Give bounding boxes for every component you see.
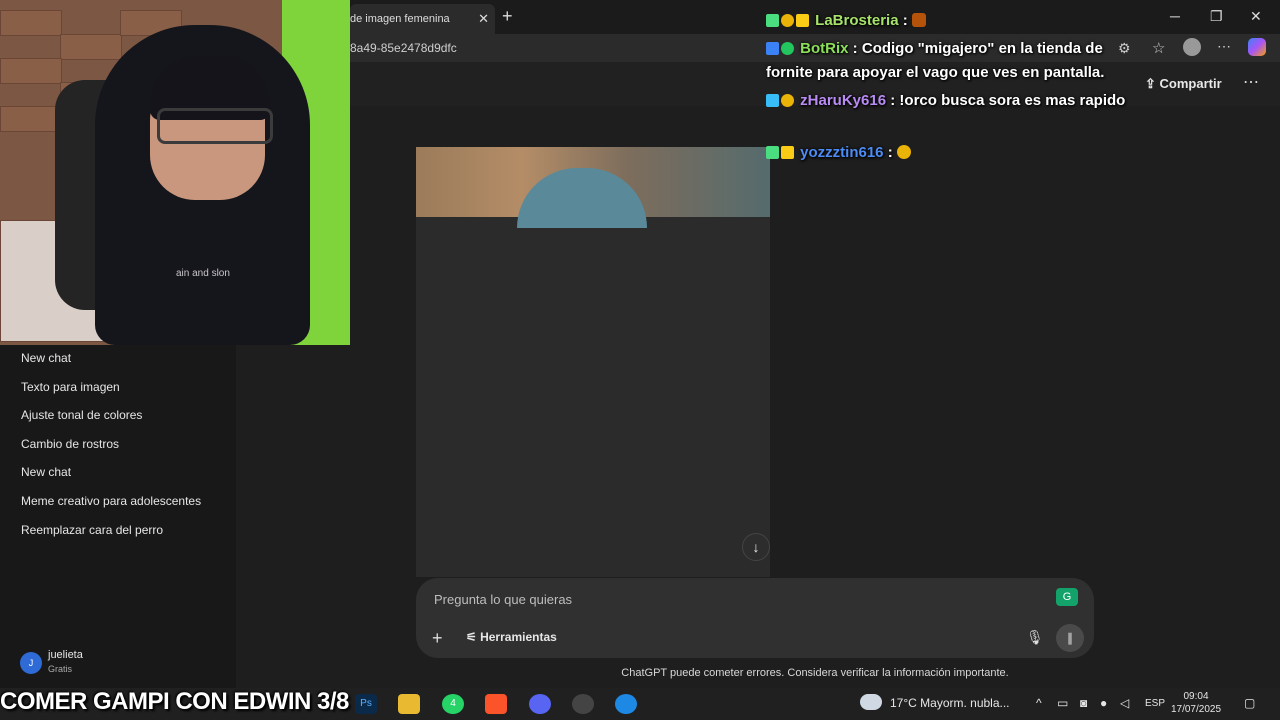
sidebar-item-reemplazar-cara[interactable]: Reemplazar cara del perro (21, 523, 163, 537)
more-options-icon[interactable]: ⋯ (1243, 72, 1259, 92)
clock-date: 17/07/2025 (1170, 704, 1222, 715)
copilot-icon[interactable] (1248, 38, 1266, 56)
webcam-overlay: ain and slon (0, 0, 350, 345)
user-name[interactable]: juelieta (48, 649, 83, 661)
badge-icon (766, 146, 779, 159)
favorites-icon[interactable]: ☆ (1152, 39, 1165, 57)
volume-icon[interactable]: ◁ (1120, 696, 1129, 710)
user-avatar[interactable]: J (20, 652, 42, 674)
whatsapp-badge: 4 (450, 698, 456, 709)
badge-icon (766, 14, 779, 27)
tools-button[interactable]: ⚟ Herramientas (466, 630, 557, 644)
camera-icon[interactable]: ◙ (1080, 696, 1087, 710)
sidebar-item-meme-creativo[interactable]: Meme creativo para adolescentes (21, 494, 201, 508)
obs-icon[interactable] (572, 694, 594, 714)
crown-icon (781, 146, 794, 159)
share-icon: ⇪ (1145, 76, 1160, 91)
chat-text: !orco busca sora es mas rapido (899, 92, 1126, 109)
share-label: Compartir (1159, 76, 1222, 91)
network-icon[interactable]: ▭ (1057, 696, 1068, 710)
emote-icon (896, 145, 911, 159)
stream-title-overlay: COMER GAMPI CON EDWIN 3/8 (0, 688, 349, 715)
browser-tab[interactable]: de imagen femenina ✕ (350, 4, 495, 34)
sidebar-item-texto-para-imagen[interactable]: Texto para imagen (21, 380, 120, 394)
edge-icon[interactable] (615, 694, 637, 714)
crown-icon (796, 14, 809, 27)
photoshop-icon[interactable]: Ps (355, 694, 377, 714)
glasses-icon (157, 108, 273, 144)
chat-message: LaBrosteria : (766, 9, 1126, 33)
chat-username: LaBrosteria (815, 12, 899, 29)
window-close-icon[interactable]: ✕ (1250, 8, 1262, 25)
mic-tray-icon[interactable]: ● (1100, 696, 1107, 710)
chat-message: zHaruKy616 : !orco busca sora es mas rap… (766, 89, 1126, 113)
discord-icon[interactable] (529, 694, 551, 714)
chat-message: BotRix : Codigo "migajero" en la tienda … (766, 40, 1105, 81)
weather-icon[interactable] (860, 694, 882, 710)
disclaimer-text: ChatGPT puede cometer errores. Considera… (621, 667, 1009, 679)
prompt-input[interactable]: Pregunta lo que quieras (434, 592, 572, 607)
tools-label: Herramientas (480, 630, 557, 644)
profile-icon[interactable] (1183, 38, 1201, 56)
shirt-print: ain and slon (176, 268, 230, 279)
grammarly-icon[interactable]: G (1056, 588, 1078, 606)
badge-icon (781, 94, 794, 107)
chat-message: yozzztin616 : (766, 141, 1126, 165)
badge-icon (766, 94, 779, 107)
restore-icon[interactable]: ❐ (1210, 8, 1223, 25)
whatsapp-icon[interactable]: 4 (442, 694, 464, 714)
microphone-icon[interactable]: 🎙 (1026, 629, 1044, 646)
notifications-icon[interactable]: ▢ (1244, 696, 1255, 710)
weather-text[interactable]: 17°C Mayorm. nubla... (890, 696, 1010, 710)
attach-plus-icon[interactable]: + (432, 628, 443, 649)
emote-icon (911, 13, 926, 27)
tray-expand-icon[interactable]: ^ (1036, 696, 1042, 710)
badge-icon (781, 14, 794, 27)
voice-mode-icon[interactable]: ∥ (1056, 624, 1084, 652)
tools-icon: ⚟ (466, 630, 481, 644)
sidebar-item-new-chat-2[interactable]: New chat (21, 465, 71, 479)
url-text: 8a49-85e2478d9dfc (350, 41, 457, 55)
browser-menu-icon[interactable]: ⋯ (1217, 38, 1231, 55)
scroll-down-icon[interactable]: ↓ (742, 533, 770, 561)
message-composer[interactable] (416, 578, 1094, 658)
share-button[interactable]: ⇪ Compartir (1145, 76, 1222, 92)
sidebar-item-ajuste-tonal[interactable]: Ajuste tonal de colores (21, 408, 142, 422)
user-plan: Gratis (48, 664, 73, 674)
chat-username: yozzztin616 (800, 144, 884, 161)
sidebar-item-cambio-rostros[interactable]: Cambio de rostros (21, 437, 119, 451)
language-indicator[interactable]: ESP (1145, 698, 1165, 709)
brave-icon[interactable] (485, 694, 507, 714)
tab-title: de imagen femenina (350, 13, 450, 25)
sidebar-item-new-chat[interactable]: New chat (21, 351, 71, 365)
clock[interactable]: 09:04 17/07/2025 (1168, 690, 1224, 716)
minimize-icon[interactable]: ─ (1170, 8, 1180, 24)
file-explorer-icon[interactable] (398, 694, 420, 714)
tab-close-icon[interactable]: ✕ (478, 11, 489, 27)
badge-icon (766, 42, 779, 55)
clock-time: 09:04 (1183, 691, 1209, 702)
chat-username: BotRix (800, 40, 849, 57)
sidebar (0, 345, 236, 688)
verified-icon (781, 42, 794, 55)
chat-username: zHaruKy616 (800, 92, 887, 109)
new-tab-button[interactable]: + (502, 6, 513, 27)
